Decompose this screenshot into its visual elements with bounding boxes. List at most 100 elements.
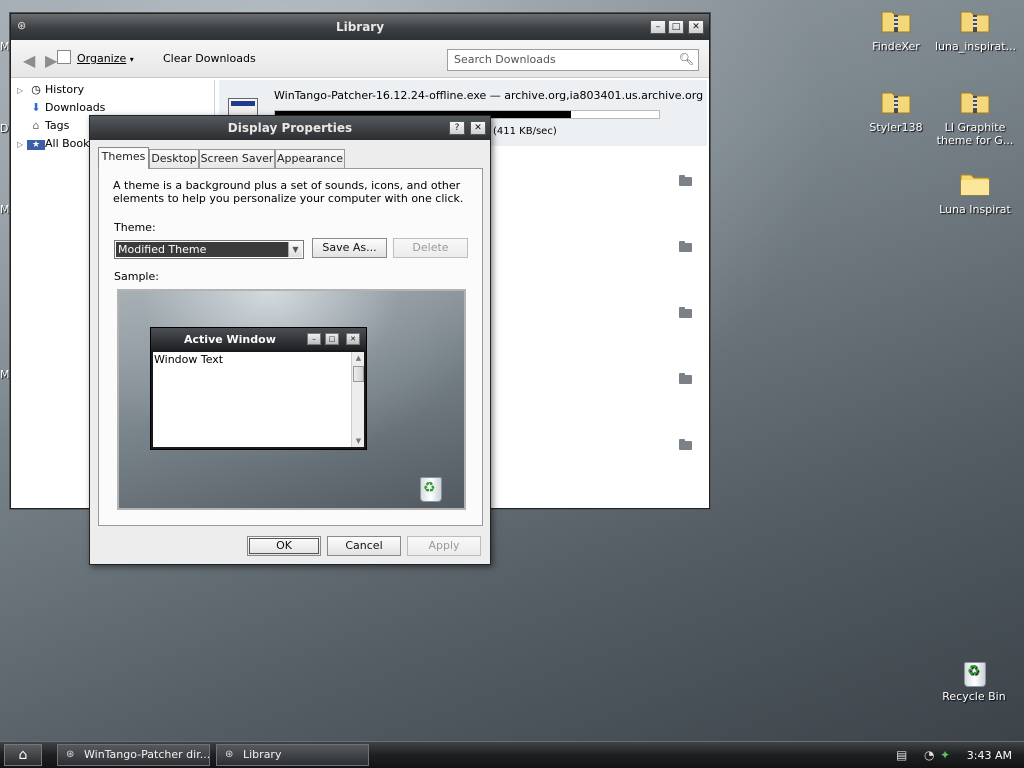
minimize-icon: – <box>307 333 321 345</box>
ok-button[interactable]: OK <box>247 536 321 556</box>
search-placeholder: Search Downloads <box>454 53 556 66</box>
sidebar-item-all-bookmarks[interactable]: ▷ ★ All Bookm <box>17 137 100 153</box>
themes-panel: A theme is a background plus a set of so… <box>98 168 483 526</box>
desktop-icon-styler138[interactable]: Styler138 <box>856 85 936 134</box>
theme-select-value: Modified Theme <box>116 242 288 257</box>
scroll-down-icon: ▼ <box>355 437 362 445</box>
dialog-titlebar[interactable]: Display Properties ? ✕ <box>90 116 490 140</box>
sidebar-item-label: History <box>45 83 85 96</box>
zip-folder-icon <box>881 92 911 114</box>
clock-tray-icon[interactable]: ◔ <box>924 748 934 762</box>
open-folder-icon[interactable] <box>679 373 692 384</box>
desktop-icon-edge-label: M <box>0 203 10 216</box>
maximize-icon: □ <box>325 333 339 345</box>
library-titlebar[interactable]: ⊛ Library – □ ✕ <box>11 14 709 40</box>
desktop-icon-label: Recycle Bin <box>942 690 1006 703</box>
sidebar-item-label: Tags <box>45 119 70 132</box>
forward-arrow-icon[interactable]: ▶ <box>45 51 57 70</box>
open-folder-icon[interactable] <box>679 439 692 450</box>
desktop-icon-luna-inspirat-folder[interactable]: Luna Inspirat <box>935 167 1015 216</box>
help-button[interactable]: ? <box>449 121 465 135</box>
desktop-icon-findexer[interactable]: FindeXer <box>856 4 936 53</box>
zip-folder-icon <box>960 11 990 33</box>
desktop-icon-label: LI Graphite theme for G... <box>936 121 1014 147</box>
desktop-icon-edge-label: M <box>0 368 10 381</box>
scroll-up-icon: ▲ <box>355 354 362 362</box>
sidebar-item-label: Downloads <box>45 101 106 114</box>
cancel-button[interactable]: Cancel <box>327 536 401 556</box>
chevron-down-icon[interactable]: ▼ <box>288 242 302 257</box>
save-as-button[interactable]: Save As... <box>312 238 387 258</box>
desktop-icon-luna-inspirat-zip[interactable]: luna_inspirat... <box>935 4 1017 53</box>
taskbar-clock[interactable]: 3:43 AM <box>967 749 1012 762</box>
folder-icon <box>960 174 990 196</box>
network-icon[interactable]: ✦ <box>940 748 950 762</box>
desktop-icon-edge-label: D <box>0 122 9 135</box>
dialog-title: Display Properties <box>227 121 353 135</box>
sample-window-text: Window Text <box>154 353 224 366</box>
recycle-bin-icon <box>417 471 443 502</box>
download-filename: WinTango-Patcher-16.12.24-offline.exe — … <box>274 89 704 102</box>
close-button[interactable]: ✕ <box>470 121 486 135</box>
library-title: Library <box>335 20 385 34</box>
taskbar-button-library[interactable]: ⊛ Library <box>216 744 369 766</box>
desktop-icon-label: luna_inspirat... <box>935 40 1017 53</box>
sidebar-item-tags[interactable]: ⌂ Tags <box>17 119 70 135</box>
desktop-icon-li-graphite[interactable]: LI Graphite theme for G... <box>935 85 1015 147</box>
back-arrow-icon[interactable]: ◀ <box>23 51 35 70</box>
search-downloads-input[interactable]: Search Downloads 🔍︎ <box>447 49 699 71</box>
taskbar-button-wintango[interactable]: ⊛ WinTango-Patcher dir... <box>57 744 210 766</box>
desktop-icon-label: Luna Inspirat <box>939 203 1011 216</box>
home-icon: ⌂ <box>18 747 28 763</box>
download-speed: (411 KB/sec) <box>493 126 557 137</box>
taskbar-button-label: WinTango-Patcher dir... <box>84 748 210 761</box>
system-tray: ▤ ◔ ✦ 3:43 AM <box>886 744 1022 766</box>
display-properties-dialog: Display Properties ? ✕ Themes Desktop Sc… <box>89 115 491 565</box>
organize-icon <box>57 50 71 64</box>
theme-select[interactable]: Modified Theme ▼ <box>114 240 304 259</box>
expand-arrow-icon[interactable]: ▷ <box>17 86 27 95</box>
tab-themes[interactable]: Themes <box>98 147 149 169</box>
app-icon: ⊛ <box>225 749 234 760</box>
bookmarks-icon: ★ <box>27 140 45 150</box>
desktop-icon-recycle-bin[interactable]: Recycle Bin <box>934 656 1014 703</box>
close-icon: ✕ <box>346 333 360 345</box>
zip-folder-icon <box>881 11 911 33</box>
sample-active-window: Active Window – □ ✕ Window Text ▲ ▼ <box>150 327 367 450</box>
desktop-icon-label: Styler138 <box>869 121 923 134</box>
organize-menu-button[interactable]: Organize ▾ <box>57 50 134 65</box>
clear-downloads-button[interactable]: Clear Downloads <box>163 52 256 65</box>
taskbar-button-label: Library <box>243 748 282 761</box>
apply-button[interactable]: Apply <box>407 536 481 556</box>
zip-folder-icon <box>960 92 990 114</box>
maximize-button[interactable]: □ <box>668 20 684 34</box>
expand-arrow-icon[interactable]: ▷ <box>17 140 27 149</box>
themes-description: A theme is a background plus a set of so… <box>113 179 464 205</box>
recycle-bin-icon <box>961 656 987 687</box>
tag-icon: ⌂ <box>32 119 40 132</box>
tab-appearance[interactable]: Appearance <box>275 149 345 168</box>
sample-window-body: Window Text ▲ ▼ <box>153 352 364 447</box>
tab-desktop[interactable]: Desktop <box>149 149 199 168</box>
app-icon: ⊛ <box>66 749 75 760</box>
close-button[interactable]: ✕ <box>688 20 704 34</box>
theme-sample-preview: Active Window – □ ✕ Window Text ▲ ▼ <box>117 289 466 510</box>
desktop-icon-label: FindeXer <box>872 40 920 53</box>
search-icon[interactable]: 🔍︎ <box>679 52 694 66</box>
clock-icon: ◷ <box>31 83 41 96</box>
minimize-button[interactable]: – <box>650 20 666 34</box>
delete-button[interactable]: Delete <box>393 238 468 258</box>
tab-screen-saver[interactable]: Screen Saver <box>199 149 275 168</box>
sample-scrollbar: ▲ ▼ <box>351 352 364 447</box>
open-folder-icon[interactable] <box>679 241 692 252</box>
open-folder-icon[interactable] <box>679 175 692 186</box>
theme-label: Theme: <box>114 221 156 234</box>
download-arrow-icon: ⬇ <box>31 101 41 114</box>
sidebar-item-history[interactable]: ▷ ◷ History <box>17 83 84 99</box>
open-folder-icon[interactable] <box>679 307 692 318</box>
start-button[interactable]: ⌂ <box>4 744 42 766</box>
library-toolbar: ◀ ▶ Organize ▾ Clear Downloads Search Do… <box>11 40 709 78</box>
keyboard-icon[interactable]: ▤ <box>896 748 907 762</box>
dropdown-arrow-icon: ▾ <box>129 55 134 64</box>
desktop-icon-edge-label: M <box>0 40 10 53</box>
